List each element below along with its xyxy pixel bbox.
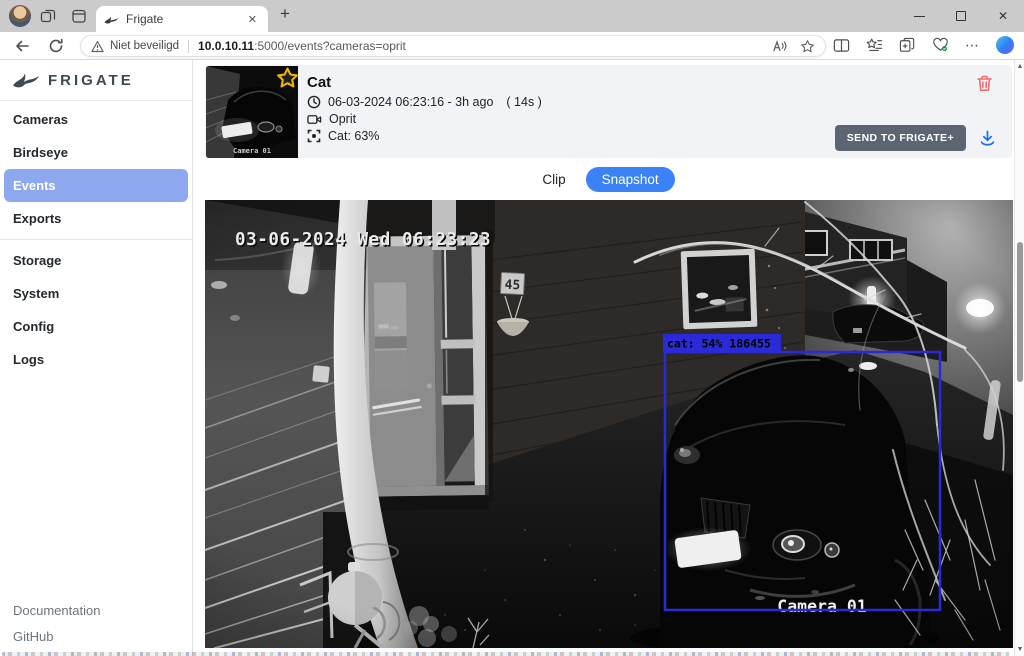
event-score-row: Cat: 63% xyxy=(307,129,542,143)
scrollbar-thumb[interactable] xyxy=(1017,242,1023,382)
event-card: Camera 01 Cat 06-03-2024 06:23:16 - 3h a… xyxy=(205,65,1012,158)
copilot-icon[interactable] xyxy=(996,36,1014,54)
minimize-button[interactable] xyxy=(898,0,940,32)
camera-icon xyxy=(307,113,322,126)
new-tab-button[interactable]: + xyxy=(280,4,290,24)
sidebar-divider xyxy=(0,239,192,240)
event-camera: Oprit xyxy=(329,112,356,126)
sidebar-item-storage[interactable]: Storage xyxy=(4,244,188,277)
viewer-tabs: Clip Snapshot xyxy=(205,158,1012,200)
event-actions: SEND TO FRIGATE+ xyxy=(835,125,997,151)
url-text: 10.0.10.11:5000/events?cameras=oprit xyxy=(198,39,771,53)
snapshot-image: 45 xyxy=(205,200,1013,648)
event-time-row: 06-03-2024 06:23:16 - 3h ago ( 14s ) xyxy=(307,95,542,109)
url-path: :5000/events?cameras=oprit xyxy=(254,39,406,53)
event-camera-row: Oprit xyxy=(307,112,542,126)
frigate-sidebar: FRIGATE Cameras Birdseye Events Exports … xyxy=(0,60,193,656)
delete-event-icon[interactable] xyxy=(975,74,994,93)
event-thumbnail[interactable]: Camera 01 xyxy=(206,66,298,158)
browser-toolbar: Niet beveiligd 10.0.10.11:5000/events?ca… xyxy=(0,32,1024,60)
address-bar[interactable]: Niet beveiligd 10.0.10.11:5000/events?ca… xyxy=(80,35,826,57)
sidebar-footer: Documentation GitHub xyxy=(13,603,100,650)
workspaces-icon[interactable] xyxy=(40,8,56,24)
frigate-logo-text: FRIGATE xyxy=(48,72,134,89)
browser-essentials-icon[interactable] xyxy=(932,37,949,53)
osd-camera-label: Camera 01 xyxy=(777,597,866,616)
frigate-favicon-icon xyxy=(104,13,119,26)
sidebar-item-birdseye[interactable]: Birdseye xyxy=(4,136,188,169)
main-content: Camera 01 Cat 06-03-2024 06:23:16 - 3h a… xyxy=(193,60,1014,656)
window-controls: ✕ xyxy=(898,0,1024,32)
sidebar-nav: Cameras Birdseye Events Exports Storage … xyxy=(0,101,192,376)
maximize-button[interactable] xyxy=(940,0,982,32)
scroll-down-icon[interactable]: ▼ xyxy=(1015,646,1024,653)
tab-snapshot[interactable]: Snapshot xyxy=(586,167,675,192)
more-options-icon[interactable]: ⋯ xyxy=(965,37,980,54)
detection-score-icon xyxy=(307,129,321,143)
profile-avatar[interactable] xyxy=(9,5,31,27)
not-secure-warning-icon xyxy=(91,40,104,53)
read-aloud-icon[interactable] xyxy=(771,39,787,53)
tab-clip[interactable]: Clip xyxy=(542,172,565,187)
sidebar-item-cameras[interactable]: Cameras xyxy=(4,103,188,136)
vignette xyxy=(205,200,1013,648)
clock-icon xyxy=(307,95,321,109)
sidebar-item-system[interactable]: System xyxy=(4,277,188,310)
refresh-icon[interactable] xyxy=(47,37,65,55)
url-host: 10.0.10.11 xyxy=(198,39,254,53)
tab-close-icon[interactable]: ✕ xyxy=(245,13,260,26)
address-separator xyxy=(188,40,189,53)
sidebar-item-exports[interactable]: Exports xyxy=(4,202,188,235)
vertical-scrollbar[interactable]: ▲ ▼ xyxy=(1014,60,1024,656)
close-button[interactable]: ✕ xyxy=(982,0,1024,32)
download-icon[interactable] xyxy=(978,129,997,148)
browser-tab-frigate[interactable]: Frigate ✕ xyxy=(96,6,268,32)
event-timestamp: 06-03-2024 06:23:16 - 3h ago xyxy=(328,95,493,109)
event-details: Cat 06-03-2024 06:23:16 - 3h ago ( 14s )… xyxy=(307,74,542,146)
split-screen-icon[interactable] xyxy=(833,38,850,53)
documentation-link[interactable]: Documentation xyxy=(13,603,100,618)
frigate-bird-icon xyxy=(12,69,40,91)
collections-icon[interactable] xyxy=(899,37,916,53)
favorites-hub-icon[interactable] xyxy=(866,37,883,53)
sidebar-item-events[interactable]: Events xyxy=(4,169,188,202)
favorite-star-icon[interactable] xyxy=(800,39,815,54)
event-duration: ( 14s ) xyxy=(506,95,541,109)
browser-titlebar: Frigate ✕ + ✕ xyxy=(0,0,1024,32)
event-detection: Cat: 63% xyxy=(328,129,379,143)
partial-next-row xyxy=(2,652,1010,656)
scroll-up-icon[interactable]: ▲ xyxy=(1015,63,1024,70)
detection-label: cat: 54% 186455 xyxy=(667,337,771,351)
sidebar-item-config[interactable]: Config xyxy=(4,310,188,343)
osd-timestamp: 03-06-2024 Wed 06:23:23 xyxy=(235,230,491,250)
thumb-osd-camera: Camera 01 xyxy=(233,147,271,155)
security-label: Niet beveiligd xyxy=(110,40,179,52)
tab-title: Frigate xyxy=(126,12,245,26)
tab-actions-icon[interactable] xyxy=(71,8,87,24)
favorite-event-star-icon[interactable] xyxy=(276,67,299,90)
send-to-frigate-plus-button[interactable]: SEND TO FRIGATE+ xyxy=(835,125,966,151)
event-title: Cat xyxy=(307,74,542,91)
toolbar-right-icons: ⋯ xyxy=(833,36,1014,54)
github-link[interactable]: GitHub xyxy=(13,629,100,644)
browser-window: Frigate ✕ + ✕ Niet beveiligd 10.0.10. xyxy=(0,0,1024,656)
sidebar-item-logs[interactable]: Logs xyxy=(4,343,188,376)
frigate-logo[interactable]: FRIGATE xyxy=(0,60,192,101)
back-icon[interactable] xyxy=(13,37,31,55)
